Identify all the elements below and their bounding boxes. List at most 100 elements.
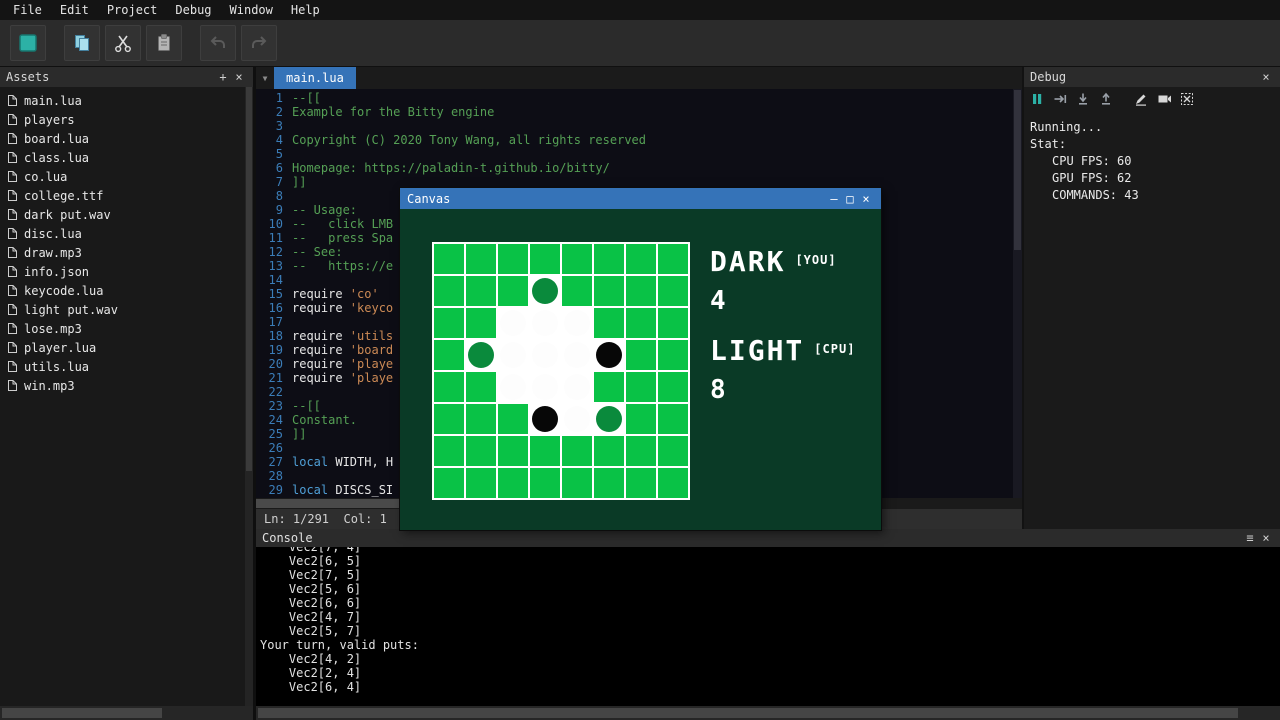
board-cell[interactable] <box>626 308 656 338</box>
editor-vscroll-thumb[interactable] <box>1014 90 1021 250</box>
board-cell[interactable] <box>626 436 656 466</box>
board-cell[interactable] <box>498 244 528 274</box>
asset-item[interactable]: draw.mp3 <box>0 243 245 262</box>
asset-item[interactable]: player.lua <box>0 338 245 357</box>
console-output[interactable]: Vec2[7, 4] Vec2[6, 5] Vec2[7, 5] Vec2[5,… <box>256 547 1280 706</box>
board-cell[interactable] <box>626 340 656 370</box>
board-cell[interactable] <box>658 308 688 338</box>
main-hscroll-thumb[interactable] <box>258 708 1238 718</box>
board-cell[interactable] <box>434 340 464 370</box>
asset-item[interactable]: main.lua <box>0 91 245 110</box>
capture-button[interactable] <box>1177 89 1197 109</box>
board-cell[interactable] <box>626 244 656 274</box>
board-cell[interactable] <box>594 244 624 274</box>
board-cell[interactable] <box>626 468 656 498</box>
debug-close-button[interactable]: × <box>1258 70 1274 84</box>
menu-item-help[interactable]: Help <box>282 0 329 20</box>
minimize-button[interactable]: – <box>826 192 842 206</box>
assets-scrollbar-thumb[interactable] <box>246 87 252 471</box>
board-cell[interactable] <box>658 244 688 274</box>
board-cell[interactable] <box>530 244 560 274</box>
step-into-button[interactable] <box>1073 89 1093 109</box>
tab-main-lua[interactable]: main.lua <box>274 67 356 89</box>
board-cell[interactable] <box>466 372 496 402</box>
step-out-button[interactable] <box>1096 89 1116 109</box>
board-cell[interactable] <box>562 468 592 498</box>
asset-item[interactable]: info.json <box>0 262 245 281</box>
board-cell[interactable] <box>466 308 496 338</box>
menu-item-project[interactable]: Project <box>98 0 167 20</box>
board-cell[interactable] <box>658 436 688 466</box>
record-button[interactable] <box>1154 89 1174 109</box>
assets-add-button[interactable]: + <box>215 70 231 84</box>
menu-item-edit[interactable]: Edit <box>51 0 98 20</box>
copy-button[interactable] <box>64 25 100 61</box>
asset-item[interactable]: college.ttf <box>0 186 245 205</box>
step-over-button[interactable] <box>1050 89 1070 109</box>
board-cell[interactable] <box>594 436 624 466</box>
board-cell[interactable] <box>466 436 496 466</box>
asset-item[interactable]: light put.wav <box>0 300 245 319</box>
cut-button[interactable] <box>105 25 141 61</box>
pause-button[interactable] <box>1027 89 1047 109</box>
menu-item-window[interactable]: Window <box>221 0 282 20</box>
board-cell[interactable] <box>626 372 656 402</box>
board-cell[interactable] <box>498 468 528 498</box>
board-cell[interactable] <box>434 244 464 274</box>
tab-dropdown-icon[interactable]: ▼ <box>256 67 274 89</box>
board-cell[interactable] <box>498 436 528 466</box>
main-horizontal-scrollbar[interactable] <box>256 706 1280 720</box>
board-cell[interactable] <box>466 404 496 434</box>
board-cell[interactable] <box>434 436 464 466</box>
board-cell[interactable] <box>658 404 688 434</box>
asset-item[interactable]: players <box>0 110 245 129</box>
editor-vertical-scrollbar[interactable] <box>1013 89 1022 498</box>
board-cell[interactable] <box>626 404 656 434</box>
assets-horizontal-scrollbar[interactable] <box>0 706 253 720</box>
redo-button[interactable] <box>241 25 277 61</box>
asset-item[interactable]: board.lua <box>0 129 245 148</box>
menu-item-file[interactable]: File <box>4 0 51 20</box>
canvas-titlebar[interactable]: Canvas – □ × <box>400 188 881 209</box>
menu-item-debug[interactable]: Debug <box>166 0 220 20</box>
close-button[interactable]: × <box>858 192 874 206</box>
assets-scrollbar[interactable] <box>245 87 253 706</box>
board-cell[interactable] <box>658 340 688 370</box>
board-cell[interactable] <box>498 404 528 434</box>
board-cell[interactable] <box>626 276 656 306</box>
console-menu-icon[interactable]: ≡ <box>1242 531 1258 545</box>
board-cell[interactable] <box>562 244 592 274</box>
asset-item[interactable]: class.lua <box>0 148 245 167</box>
asset-item[interactable]: win.mp3 <box>0 376 245 395</box>
board-cell[interactable] <box>594 372 624 402</box>
board-cell[interactable] <box>530 436 560 466</box>
board-cell[interactable] <box>466 276 496 306</box>
asset-item[interactable]: co.lua <box>0 167 245 186</box>
board-cell[interactable] <box>594 308 624 338</box>
board-cell[interactable] <box>594 468 624 498</box>
asset-item[interactable]: utils.lua <box>0 357 245 376</box>
board-cell[interactable] <box>434 276 464 306</box>
paste-button[interactable] <box>146 25 182 61</box>
board-cell[interactable] <box>562 276 592 306</box>
assets-close-button[interactable]: × <box>231 70 247 84</box>
board-cell[interactable] <box>434 404 464 434</box>
board-cell[interactable] <box>658 468 688 498</box>
board-cell[interactable] <box>434 468 464 498</box>
console-close-button[interactable]: × <box>1258 531 1274 545</box>
asset-item[interactable]: keycode.lua <box>0 281 245 300</box>
run-button[interactable] <box>10 25 46 61</box>
asset-item[interactable]: dark put.wav <box>0 205 245 224</box>
board-cell[interactable] <box>434 372 464 402</box>
asset-item[interactable]: disc.lua <box>0 224 245 243</box>
board-cell[interactable] <box>658 372 688 402</box>
edit-button[interactable] <box>1131 89 1151 109</box>
board-cell[interactable] <box>466 244 496 274</box>
board-cell[interactable] <box>434 308 464 338</box>
board-cell[interactable] <box>498 276 528 306</box>
board-cell[interactable] <box>594 276 624 306</box>
asset-item[interactable]: lose.mp3 <box>0 319 245 338</box>
board-cell[interactable] <box>562 436 592 466</box>
reversi-board[interactable] <box>432 242 690 500</box>
board-cell[interactable] <box>466 468 496 498</box>
